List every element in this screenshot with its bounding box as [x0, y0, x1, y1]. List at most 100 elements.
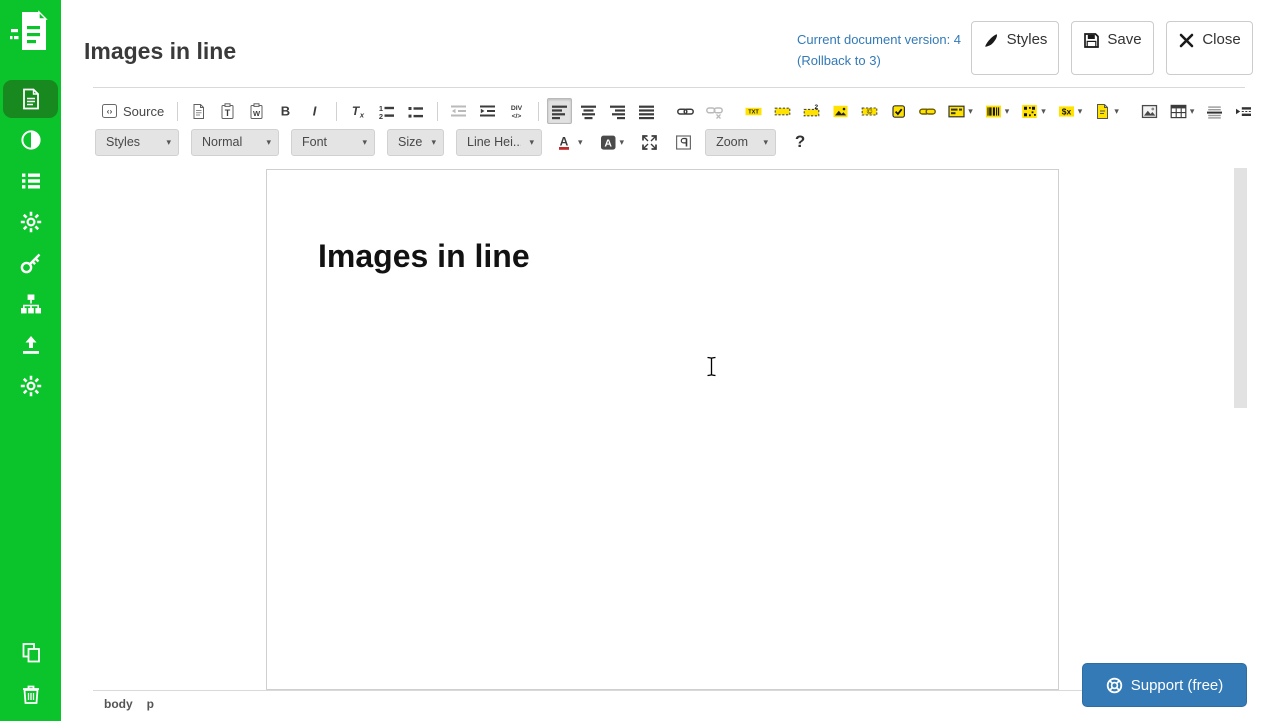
increase-indent-button[interactable] [475, 98, 500, 124]
sidebar-item-access-keys[interactable] [0, 242, 61, 283]
styles-combo[interactable]: Styles ▾ [95, 128, 179, 156]
paragraph-format-combo-label: Normal [202, 135, 243, 149]
size-combo[interactable]: Size ▾ [387, 128, 444, 156]
styles-button[interactable]: Styles [971, 21, 1059, 75]
document-heading: Images in line [318, 238, 530, 274]
sidebar-item-structure[interactable] [0, 283, 61, 324]
styles-button-label: Styles [1006, 31, 1048, 48]
page-break-button[interactable] [1231, 98, 1256, 124]
current-version-text: Current document version: 4 [797, 32, 962, 47]
svg-text:</>: </> [512, 113, 522, 120]
svg-text:A: A [604, 137, 612, 149]
input-field-2-button[interactable]: 2 [799, 98, 824, 124]
app-logo-icon [10, 9, 50, 53]
source-label: Source [123, 103, 165, 119]
life-ring-icon [1106, 677, 1123, 694]
sidebar-item-document-list[interactable] [0, 160, 61, 201]
italic-button[interactable]: I [302, 98, 327, 124]
new-page-button[interactable] [186, 98, 211, 124]
page-break-icon [1235, 103, 1252, 120]
align-left-button[interactable] [547, 98, 573, 124]
toolbar-separator [538, 101, 540, 121]
line-height-combo-label: Line Hei... [467, 135, 522, 149]
paste-from-word-button[interactable]: W [244, 98, 269, 124]
gear2-icon [19, 374, 43, 398]
text-field-button[interactable]: TXT [741, 98, 766, 124]
dropdown-caret-icon: ▾ [763, 136, 769, 147]
maximize-button[interactable] [637, 129, 662, 155]
decrease-indent-icon [450, 103, 467, 120]
background-color-button[interactable]: A ▾ [596, 129, 629, 155]
qr-code-button[interactable]: ▾ [1017, 98, 1050, 124]
numbered-list-button[interactable]: 12 [374, 98, 399, 124]
sidebar-item-delete-document[interactable] [0, 673, 61, 714]
align-center-button[interactable] [576, 98, 601, 124]
svg-text:2: 2 [379, 112, 383, 120]
line-height-combo[interactable]: Line Hei... ▾ [456, 128, 542, 156]
svg-text:$x: $x [1062, 106, 1072, 116]
toolbar-top-border [93, 87, 1245, 88]
document-template-button[interactable]: ▾ [1090, 98, 1123, 124]
sidebar-item-preferences[interactable] [0, 365, 61, 406]
x-icon [1178, 32, 1195, 49]
link-field-button[interactable] [915, 98, 940, 124]
close-button[interactable]: Close [1166, 21, 1253, 75]
form-tools-button[interactable]: ▾ [944, 98, 977, 124]
dropdown-caret-icon: ▾ [1004, 105, 1010, 116]
toolbar-separator [177, 101, 179, 121]
support-button-label: Support (free) [1130, 676, 1224, 694]
about-help-button[interactable]: ? [788, 129, 812, 155]
currency-field-button[interactable]: © [857, 98, 882, 124]
sidebar-item-copy-document[interactable] [0, 632, 61, 673]
zoom-combo[interactable]: Zoom ▾ [705, 128, 777, 156]
sidebar-nav [0, 78, 61, 406]
element-path-body[interactable]: body [104, 697, 133, 711]
maximize-icon [641, 134, 658, 151]
save-button[interactable]: Save [1071, 21, 1154, 75]
div-container-button[interactable]: DIV </> [504, 98, 529, 124]
formula-icon: $x [1058, 103, 1075, 120]
checkbox-field-button[interactable] [886, 98, 911, 124]
support-button[interactable]: Support (free) [1082, 663, 1247, 707]
currency-field-icon: © [861, 103, 878, 120]
document-editing-area[interactable]: Images in line [266, 169, 1059, 690]
sidebar-item-upload[interactable] [0, 324, 61, 365]
align-right-button[interactable] [605, 98, 630, 124]
scrollbar-thumb[interactable] [1234, 168, 1247, 408]
remove-format-icon: Tx [349, 103, 366, 120]
image-field-button[interactable] [828, 98, 853, 124]
dropdown-caret-icon: ▾ [166, 136, 171, 147]
insert-image-button[interactable] [1137, 98, 1162, 124]
align-center-icon [580, 103, 597, 120]
insert-table-button[interactable]: ▾ [1166, 98, 1199, 124]
sidebar-item-settings[interactable] [0, 201, 61, 242]
barcode-button[interactable]: ▾ [981, 98, 1014, 124]
horizontal-rule-button[interactable] [1202, 98, 1227, 124]
source-icon: ‹› [101, 103, 118, 120]
sidebar-item-documents[interactable] [3, 79, 58, 118]
styles-combo-label: Styles [106, 135, 141, 149]
rollback-link[interactable]: (Rollback to 3) [797, 50, 961, 71]
font-combo[interactable]: Font ▾ [291, 128, 375, 156]
text-color-button[interactable]: A ▾ [554, 129, 587, 155]
font-combo-label: Font [302, 135, 328, 149]
link-button[interactable] [673, 98, 698, 124]
document-template-icon [1094, 103, 1111, 120]
bulleted-list-button[interactable] [403, 98, 428, 124]
show-blocks-button[interactable] [671, 129, 696, 155]
bold-button[interactable]: B [273, 98, 298, 124]
formula-button[interactable]: $x ▾ [1054, 98, 1087, 124]
remove-format-button[interactable]: Tx [345, 98, 370, 124]
paragraph-format-combo[interactable]: Normal ▾ [191, 128, 279, 156]
justify-button[interactable] [634, 98, 659, 124]
show-blocks-icon [675, 134, 692, 151]
bold-icon: B [277, 103, 294, 120]
upload-icon [19, 333, 43, 357]
input-field-button[interactable] [770, 98, 795, 124]
toolbar-separator [437, 101, 439, 121]
element-path-p[interactable]: p [147, 697, 154, 711]
sidebar-item-appearance[interactable] [0, 119, 61, 160]
toolbar-separator [336, 101, 338, 121]
paste-as-text-button[interactable]: T [215, 98, 240, 124]
source-button[interactable]: ‹› Source [97, 98, 168, 124]
